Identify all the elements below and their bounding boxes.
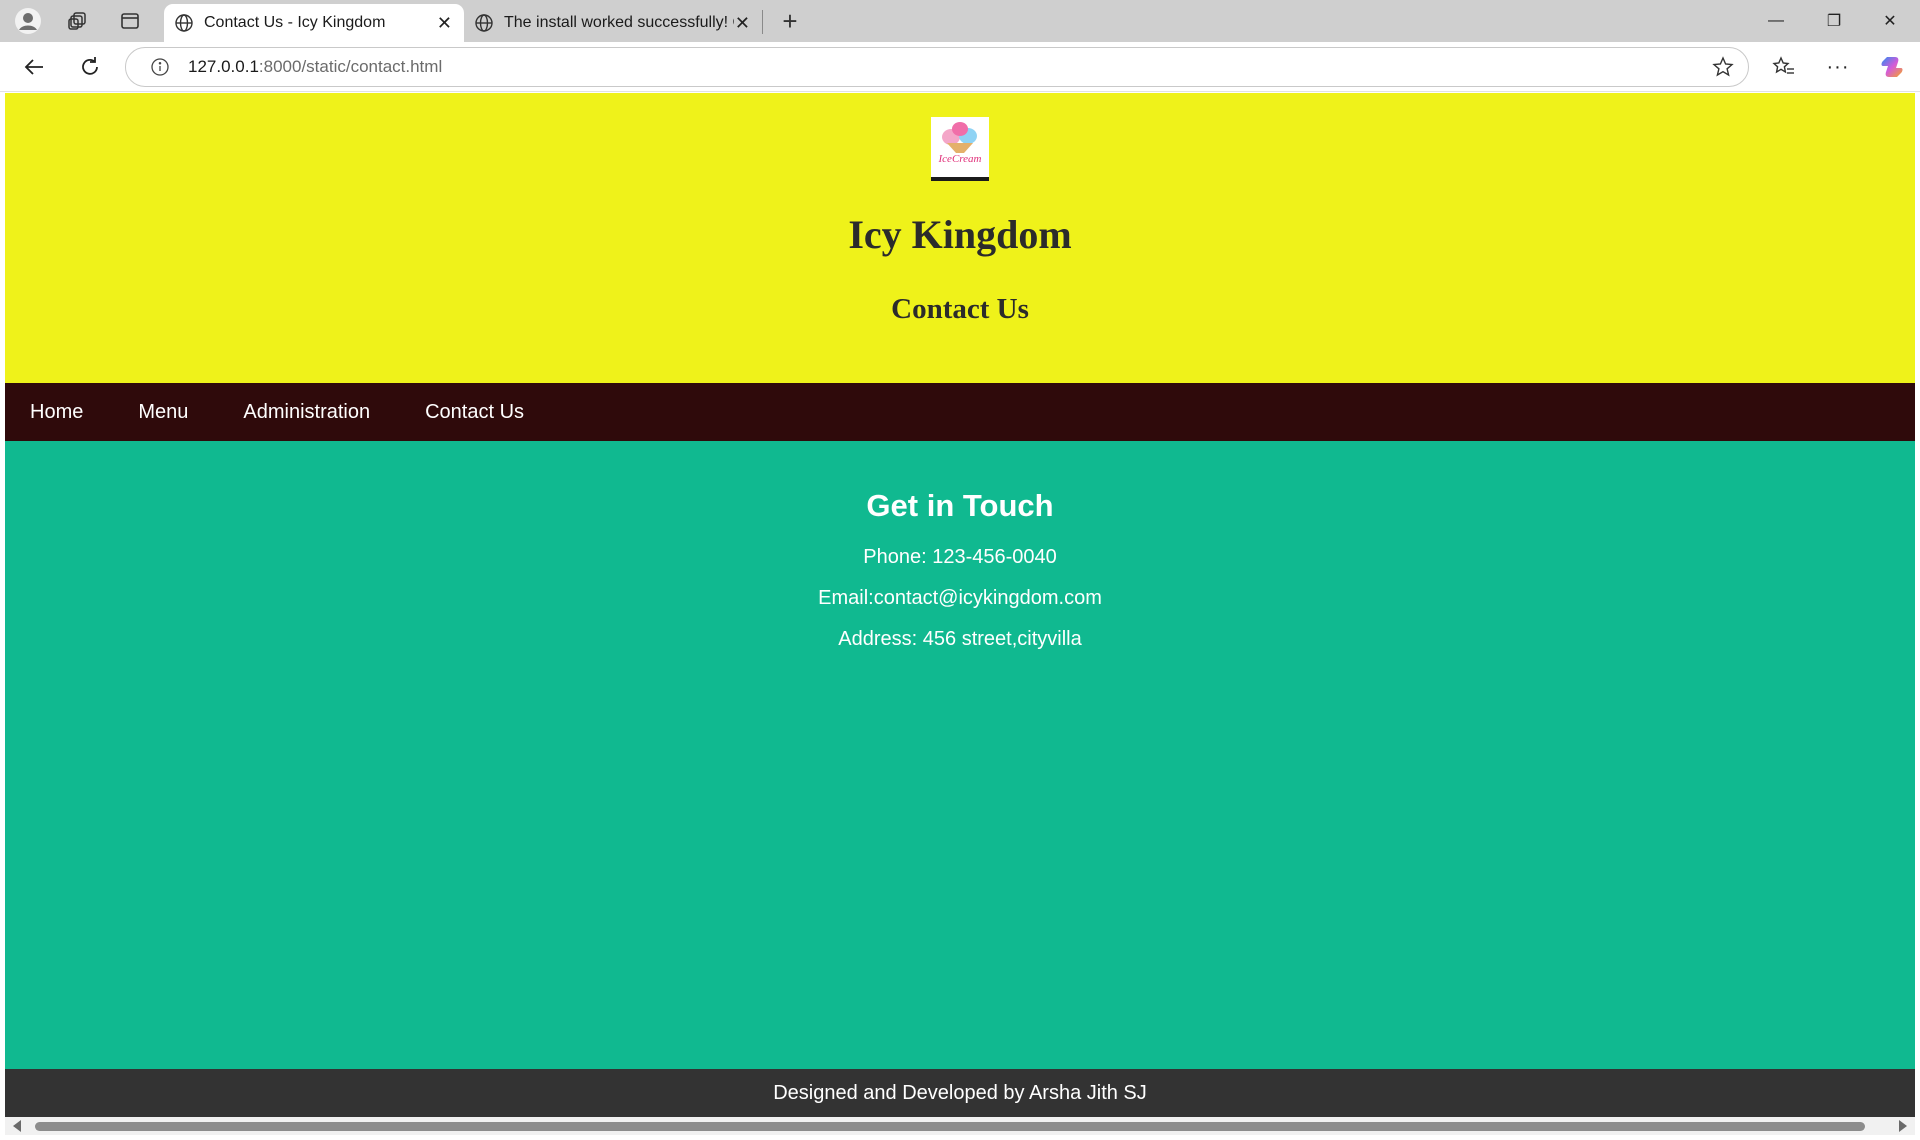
favorite-star-icon[interactable]: [1712, 56, 1734, 83]
close-window-button[interactable]: ✕: [1862, 0, 1918, 42]
plus-icon: +: [782, 5, 798, 36]
contact-address: Address: 456 street,cityvilla: [838, 628, 1082, 650]
restore-button[interactable]: ❐: [1806, 0, 1862, 42]
copilot-icon: [1881, 57, 1903, 77]
reload-button[interactable]: [72, 50, 108, 84]
globe-icon: [475, 14, 493, 32]
horizontal-scrollbar[interactable]: [5, 1117, 1915, 1135]
url-text: 127.0.0.1:8000/static/contact.html: [188, 57, 442, 77]
site-info-icon[interactable]: [140, 57, 180, 77]
vertical-tabs-button[interactable]: [104, 0, 156, 42]
tab-title: The install worked successfully! Co: [504, 14, 734, 31]
contact-phone: Phone: 123-456-0040: [863, 546, 1057, 568]
scrollbar-thumb[interactable]: [35, 1122, 1865, 1131]
workspaces-button[interactable]: [52, 0, 104, 42]
contact-heading: Get in Touch: [866, 488, 1054, 523]
back-arrow-icon: [24, 59, 43, 75]
scroll-right-arrow-icon[interactable]: [1899, 1120, 1907, 1132]
minimize-button[interactable]: —: [1748, 0, 1804, 42]
url-host: 127.0.0.1: [188, 57, 259, 76]
site-title: Icy Kingdom: [848, 212, 1072, 257]
webpage: IceCream Icy Kingdom Contact Us Home Men…: [5, 93, 1915, 1135]
new-tab-button[interactable]: +: [774, 4, 806, 38]
workspaces-icon: [68, 12, 86, 30]
more-dots-icon: ···: [1826, 55, 1850, 78]
contact-email: Email:contact@icykingdom.com: [818, 587, 1102, 609]
tab-contact-us[interactable]: Contact Us - Icy Kingdom ✕: [164, 4, 464, 42]
close-icon[interactable]: ✕: [735, 13, 750, 34]
main-nav: Home Menu Administration Contact Us: [5, 383, 1915, 441]
ice-cream-logo: IceCream: [931, 117, 989, 181]
nav-link-administration[interactable]: Administration: [243, 401, 370, 424]
tab-title: Contact Us - Icy Kingdom: [204, 14, 386, 31]
profile-button[interactable]: [2, 0, 54, 42]
close-icon[interactable]: ✕: [437, 13, 452, 34]
address-bar[interactable]: 127.0.0.1:8000/static/contact.html: [125, 47, 1749, 87]
footer-credit: Designed and Developed by Arsha Jith SJ: [773, 1081, 1147, 1104]
site-header: IceCream Icy Kingdom Contact Us: [5, 93, 1915, 383]
tab-actions-icon: [121, 13, 139, 29]
globe-icon: [175, 14, 193, 32]
favorites-button[interactable]: [1766, 50, 1802, 84]
browser-toolbar: 127.0.0.1:8000/static/contact.html ···: [0, 42, 1920, 92]
nav-link-contact-us[interactable]: Contact Us: [425, 401, 524, 424]
copilot-button[interactable]: [1874, 50, 1910, 84]
nav-link-home[interactable]: Home: [30, 401, 83, 424]
contact-section: Get in Touch Phone: 123-456-0040 Email:c…: [5, 441, 1915, 651]
site-footer: Designed and Developed by Arsha Jith SJ: [5, 1069, 1915, 1117]
back-button[interactable]: [16, 50, 52, 84]
more-options-button[interactable]: ···: [1820, 50, 1856, 84]
page-heading: Contact Us: [891, 293, 1029, 325]
favorites-icon: [1772, 56, 1794, 74]
reload-icon: [82, 57, 98, 75]
tab-strip: Contact Us - Icy Kingdom ✕ The install w…: [0, 0, 1920, 42]
tab-install-worked[interactable]: The install worked successfully! Co ✕: [464, 4, 762, 42]
profile-icon: [15, 8, 41, 34]
tab-separator: [762, 10, 763, 34]
scroll-left-arrow-icon[interactable]: [13, 1120, 21, 1132]
logo-text: IceCream: [938, 153, 982, 165]
nav-link-menu[interactable]: Menu: [138, 401, 188, 424]
url-path: :8000/static/contact.html: [258, 57, 443, 76]
